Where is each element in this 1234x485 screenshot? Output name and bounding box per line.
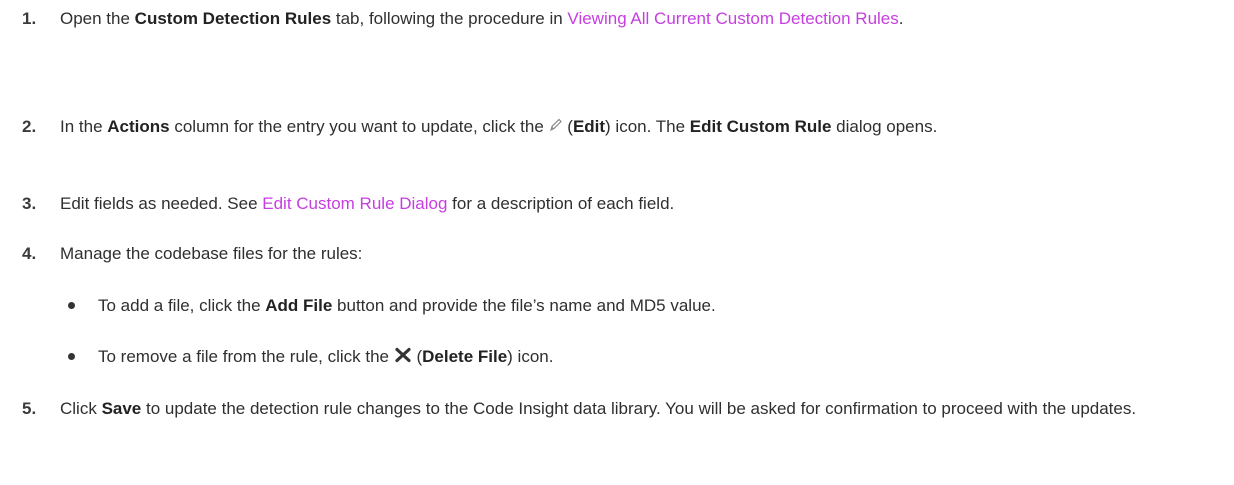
step-number: 3.: [22, 194, 37, 213]
bullet-text: To remove a file from the rule, click th…: [98, 344, 1208, 371]
bold-term: Edit Custom Rule: [689, 117, 832, 136]
bullet-add-file: To add a file, click the Add File button…: [68, 293, 1208, 319]
viewing-custom-rules-link[interactable]: Viewing All Current Custom Detection Rul…: [567, 9, 898, 28]
step-text: Open the Custom Detection Rules tab, fol…: [60, 9, 904, 28]
bold-term: Add File: [265, 296, 333, 315]
bullet-delete-file: To remove a file from the rule, click th…: [68, 344, 1208, 371]
step-text: In the Actions column for the entry you …: [60, 114, 1212, 141]
step-text: Click Save to update the detection rule …: [60, 399, 1137, 418]
bullet-dot: [68, 302, 75, 309]
pencil-icon: [549, 115, 563, 141]
step-text: Manage the codebase files for the rules:: [60, 244, 363, 263]
bold-term: Custom Detection Rules: [134, 9, 332, 28]
step-number: 4.: [22, 244, 37, 263]
bold-term: Edit: [572, 117, 606, 136]
bullet-dot: [68, 353, 75, 360]
edit-custom-rule-dialog-link[interactable]: Edit Custom Rule Dialog: [262, 194, 447, 213]
bold-term: Save: [101, 399, 142, 418]
bold-term: Delete File: [422, 347, 508, 366]
step-number: 2.: [22, 117, 37, 136]
step-1: 1. Open the Custom Detection Rules tab, …: [22, 6, 1212, 32]
step-text: Edit fields as needed. See Edit Custom R…: [60, 194, 675, 213]
close-x-icon: [394, 345, 412, 371]
step-2: 2. In the Actions column for the entry y…: [22, 114, 1212, 141]
step-4: 4. Manage the codebase files for the rul…: [22, 241, 1212, 267]
step-number: 1.: [22, 9, 37, 28]
step-number: 5.: [22, 399, 37, 418]
step-3: 3. Edit fields as needed. See Edit Custo…: [22, 191, 1212, 217]
step-5: 5. Click Save to update the detection ru…: [22, 396, 1212, 422]
bold-term: Actions: [107, 117, 170, 136]
bullet-text: To add a file, click the Add File button…: [98, 296, 716, 315]
